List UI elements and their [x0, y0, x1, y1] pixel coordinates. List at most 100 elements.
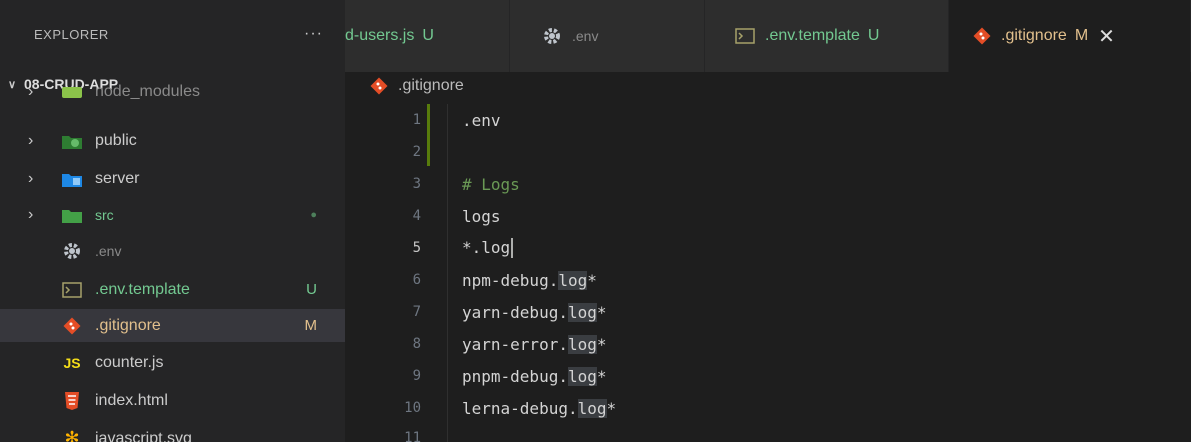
tree-item-label: public	[95, 131, 137, 149]
code-line: 10 lerna-debug.log*	[345, 392, 1191, 424]
match-highlight: log	[577, 398, 607, 418]
line-text-post: *	[587, 270, 597, 290]
git-icon	[973, 27, 991, 45]
line-number: 6	[412, 272, 421, 288]
line-number: 2	[412, 144, 421, 160]
tree-item-label: .env.template	[95, 280, 190, 298]
breadcrumb[interactable]: .gitignore	[370, 72, 464, 100]
code-line: 1 .env	[345, 104, 1191, 136]
line-text-post: *	[596, 366, 607, 386]
gear-icon	[542, 26, 562, 46]
server-folder-icon	[60, 168, 84, 190]
tree-item-node-modules[interactable]: › node_modules	[0, 82, 345, 102]
line-text-post: *	[596, 334, 607, 354]
public-folder-icon	[60, 130, 84, 152]
match-highlight: log	[567, 302, 597, 322]
code-line: 9 pnpm-debug.log*	[345, 360, 1191, 392]
node-modules-folder-icon	[60, 81, 84, 103]
tab-env[interactable]: .env	[510, 0, 705, 72]
tab-env-template[interactable]: .env.template U	[705, 0, 949, 72]
src-folder-icon	[60, 204, 84, 226]
tree-item-public[interactable]: › public	[0, 124, 345, 157]
tab-gitignore[interactable]: .gitignore M ✕	[949, 0, 1191, 72]
line-text-post: *	[606, 398, 617, 418]
line-number: 9	[412, 368, 421, 384]
breadcrumb-file: .gitignore	[398, 77, 464, 94]
tree-item-counter-js[interactable]: JS counter.js	[0, 346, 345, 379]
line-text-wrap: yarn-error.log*	[462, 334, 607, 354]
git-icon	[60, 315, 84, 337]
line-number: 3	[412, 176, 421, 192]
tab-status: M	[1074, 27, 1089, 44]
line-number: 5	[412, 240, 421, 256]
line-text-wrap: lerna-debug.log*	[462, 398, 617, 418]
tab-label: .env	[572, 28, 599, 44]
code-editor[interactable]: 1 .env 2 3 # Logs 4 logs 5 *.log 6 npm-d…	[345, 104, 1191, 442]
tab-status: U	[422, 27, 434, 44]
line-number: 1	[412, 112, 421, 128]
tree-item-server[interactable]: › server	[0, 162, 345, 195]
chevron-right-icon: ›	[28, 131, 34, 149]
line-text-wrap: npm-debug.log*	[462, 270, 597, 290]
modified-badge: M	[304, 317, 318, 334]
tab-label: d-users.js	[345, 27, 415, 44]
line-text-pre: npm-debug.	[462, 270, 559, 290]
tree-item-label: .env	[95, 242, 122, 259]
tree-item-env[interactable]: .env	[0, 234, 345, 267]
tree-item-gitignore[interactable]: .gitignore M	[0, 309, 345, 342]
line-number: 7	[412, 304, 421, 320]
untracked-badge: U	[306, 281, 317, 298]
modified-dot-badge: ●	[310, 208, 317, 221]
line-text: *.log	[462, 237, 511, 257]
editor-tab-bar: d-users.js U .env .env.template U .gitig…	[345, 0, 1191, 72]
line-number: 8	[412, 336, 421, 352]
line-text-wrap: yarn-debug.log*	[462, 302, 607, 322]
chevron-right-icon: ›	[28, 205, 34, 223]
explorer-sidebar: EXPLORER ··· ∨ 08-CRUD-APP › node_module…	[0, 0, 345, 442]
line-number: 10	[404, 400, 421, 416]
tree-item-env-template[interactable]: .env.template U	[0, 273, 345, 306]
svg-icon: ✻	[64, 428, 80, 442]
line-text-wrap: pnpm-debug.log*	[462, 366, 607, 386]
tree-item-src[interactable]: › src ●	[0, 198, 345, 231]
match-highlight: log	[567, 334, 597, 354]
tree-item-label: counter.js	[95, 353, 164, 371]
tab-users-js[interactable]: d-users.js U	[345, 0, 510, 72]
terminal-icon	[735, 28, 755, 44]
line-text: .env	[462, 110, 501, 130]
line-text-pre: pnpm-debug.	[462, 366, 568, 386]
tree-item-index-html[interactable]: index.html	[0, 384, 345, 417]
line-text-pre: lerna-debug.	[462, 398, 578, 418]
explorer-title: EXPLORER	[34, 26, 109, 42]
explorer-header: EXPLORER ···	[0, 0, 345, 68]
code-line-current: 5 *.log	[345, 232, 1191, 264]
tree-item-javascript-svg[interactable]: ✻ javascript.svg	[0, 422, 345, 442]
close-icon[interactable]: ✕	[1098, 24, 1115, 49]
tree-item-label: javascript.svg	[95, 429, 192, 442]
line-number: 4	[412, 208, 421, 224]
more-actions-icon[interactable]: ···	[304, 25, 323, 43]
js-icon: JS	[63, 354, 81, 371]
code-line: 4 logs	[345, 200, 1191, 232]
line-text-wrap: *.log	[462, 237, 514, 259]
tree-item-label: node_modules	[95, 83, 200, 100]
terminal-icon	[60, 279, 84, 301]
tree-item-label: src	[95, 206, 114, 223]
match-highlight: log	[567, 366, 597, 386]
code-line: 11	[345, 422, 1191, 442]
text-cursor	[511, 238, 514, 259]
chevron-right-icon: ›	[28, 169, 34, 187]
code-line: 3 # Logs	[345, 168, 1191, 200]
line-comment: # Logs	[462, 174, 520, 194]
tab-label: .env.template	[765, 27, 860, 44]
line-number: 11	[404, 430, 421, 442]
tree-item-label: .gitignore	[95, 316, 161, 334]
tree-item-label: server	[95, 169, 140, 187]
chevron-right-icon: ›	[28, 83, 34, 100]
line-text-post: *	[596, 302, 607, 322]
line-text-pre: yarn-debug.	[462, 302, 568, 322]
tree-item-label: index.html	[95, 391, 168, 409]
line-text-pre: yarn-error.	[462, 334, 568, 354]
match-highlight: log	[558, 270, 588, 290]
code-line: 6 npm-debug.log*	[345, 264, 1191, 296]
